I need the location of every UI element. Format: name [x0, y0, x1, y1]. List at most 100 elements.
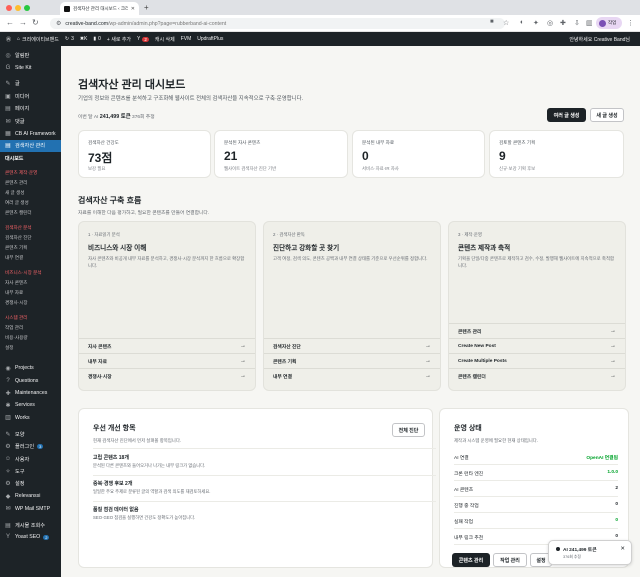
site-name-link[interactable]: ⌂ 크리에이티브밴드: [17, 36, 59, 43]
minimize-window-icon[interactable]: [15, 5, 21, 11]
flow-link[interactable]: Create New Post →: [449, 338, 625, 353]
flow-link[interactable]: 자사 콘텐츠 →: [79, 338, 255, 353]
sidebar-sub-item[interactable]: 경쟁사·시장: [0, 298, 61, 308]
sidebar-item-works[interactable]: ▥ Works: [0, 412, 61, 424]
adminbar-item-cache[interactable]: 캐시 삭제: [155, 36, 175, 43]
sidebar-item-relevanssi[interactable]: ◆ Relevanssi: [0, 490, 61, 502]
kpi-value: 21: [224, 149, 238, 163]
close-icon[interactable]: ✕: [620, 546, 625, 552]
sidebar-item-maintenances[interactable]: ✚ Maintenances: [0, 387, 61, 399]
back-icon[interactable]: ←: [6, 18, 14, 27]
sidebar-sub-item[interactable]: 작업 관리: [0, 323, 61, 333]
sidebar-sub-item[interactable]: 콘텐츠 관리: [0, 178, 61, 188]
sidebar-badge: 3: [37, 444, 44, 450]
sidebar-sub-dashboard[interactable]: 대시보드: [0, 152, 61, 165]
extension-puzzle-icon[interactable]: ◐: [520, 19, 524, 26]
adminbar-item-updraft[interactable]: UpdraftPlus: [197, 36, 223, 42]
lens-icon[interactable]: ◎: [547, 19, 553, 27]
sidebar-item-yoast[interactable]: Y Yoast SEO 2: [0, 531, 61, 543]
multi-post-button[interactable]: 여러 글 생성: [547, 108, 586, 122]
priority-item: 고립 콘텐츠 18개 분석된 다른 콘텐츠와 들어오거나 나가는 내부 링크가 없…: [93, 454, 423, 469]
browser-tab[interactable]: 검색자산 관리 대시보드 ‹ 크리에이티... ✕: [60, 2, 139, 15]
token-usage-toast[interactable]: AI 241,499 토큰 376회 추정 ✕: [548, 540, 632, 565]
flow-step-title: 진단하고 강화할 곳 찾기: [273, 245, 340, 252]
flow-link[interactable]: 콘텐츠 관리 →: [449, 323, 625, 338]
flow-link[interactable]: 내부 자료 →: [79, 353, 255, 368]
close-tab-icon[interactable]: ✕: [131, 6, 135, 12]
sidebar-item-search-assets[interactable]: ▤ 검색자산 관리: [0, 139, 61, 153]
profile-button[interactable]: 작업: [596, 17, 622, 29]
account-greeting[interactable]: 안녕하세요 Creative Band님: [569, 36, 630, 43]
sidebar-item-plugins[interactable]: ⚙ 플러그인 3: [0, 440, 61, 452]
url-input[interactable]: ⚙ creative-band.com/wp-admin/admin.php?p…: [50, 18, 505, 29]
sidebar-sub-item[interactable]: 콘텐츠 기획: [0, 243, 61, 253]
flow-link-label: Create New Post: [458, 343, 496, 349]
sidebar-item-users[interactable]: ☺ 사용자: [0, 453, 61, 465]
sidebar-sub-item[interactable]: 비용·사용량: [0, 333, 61, 343]
flow-link[interactable]: 내부 연결 →: [264, 368, 440, 383]
yoast-link[interactable]: Y2: [137, 36, 149, 42]
extensions-icon[interactable]: ✚: [560, 19, 566, 27]
sidebar-item-wp-logo[interactable]: ◎ 알림판: [0, 49, 61, 61]
status-dot-icon: [556, 547, 560, 551]
sidebar-item-media[interactable]: ▣ 미디어: [0, 90, 61, 102]
updates-count: 3: [71, 36, 74, 42]
new-content-link[interactable]: + 새로 추가: [107, 36, 131, 43]
content-manage-button[interactable]: 콘텐츠 관리: [452, 553, 490, 567]
sidebar-item-cb-framework[interactable]: ▦ CB AI Framework: [0, 127, 61, 139]
sidebar-item-appearance[interactable]: ✎ 모양: [0, 428, 61, 440]
close-window-icon[interactable]: [6, 5, 12, 11]
priority-item-title: 고립 콘텐츠 18개: [93, 455, 129, 461]
sidebar-item-comment[interactable]: ✉ 댓글: [0, 115, 61, 127]
priority-card: 우선 개선 항목 현재 검색자산 진단에서 먼저 살펴볼 항목입니다. 전체 진…: [78, 408, 436, 568]
downloads-icon[interactable]: ⇩: [574, 19, 580, 27]
flow-link[interactable]: 검색자산 진단 →: [264, 338, 440, 353]
sidebar-item-projects[interactable]: ◉ Projects: [0, 362, 61, 374]
sidebar-sub-item[interactable]: 여러 글 생성: [0, 198, 61, 208]
sidebar-item-pin[interactable]: ✎ 글: [0, 78, 61, 90]
updates-link[interactable]: ↻ 3: [65, 36, 74, 42]
sidebar-sub-item[interactable]: 새 글 생성: [0, 188, 61, 198]
comments-link[interactable]: ▮ 0: [93, 36, 101, 42]
ai-icon[interactable]: ✦: [533, 19, 539, 27]
flow-link[interactable]: 경쟁사·시장 →: [79, 368, 255, 383]
new-post-button[interactable]: 새 글 생성: [590, 108, 624, 122]
sidebar-item-tools[interactable]: ✧ 도구: [0, 465, 61, 477]
sidebar-sub-item[interactable]: 내부 자료: [0, 288, 61, 298]
forward-icon[interactable]: →: [19, 18, 27, 27]
reload-icon[interactable]: ↻: [32, 18, 39, 27]
ops-row-label: 크론 런타 엔진: [454, 472, 484, 477]
sidebar-item-label: Yoast SEO: [15, 534, 41, 541]
flow-link[interactable]: 콘텐츠 캘린더 →: [449, 368, 625, 383]
usage-meta: 이번 달 AI 241,499 토큰 376회 추정: [78, 112, 155, 120]
sidebar-item-mail-smtp[interactable]: ✉ WP Mail SMTP: [0, 502, 61, 514]
sidebar-sub-item[interactable]: 내부 연결: [0, 253, 61, 263]
job-manage-button[interactable]: 작업 관리: [493, 553, 527, 567]
site-info-icon[interactable]: ⚙: [56, 20, 61, 27]
flow-link[interactable]: 콘텐츠 기획 →: [264, 353, 440, 368]
sidebar-sub-item[interactable]: 검색자산 진단: [0, 233, 61, 243]
sidebar-item-site-kit[interactable]: G Site Kit: [0, 61, 61, 73]
full-diagnosis-button[interactable]: 전체 진단: [392, 423, 425, 437]
toast-title: AI 241,499 토큰: [563, 548, 597, 553]
customize-link[interactable]: ✖K: [80, 36, 88, 42]
sidebar-item-label: 글: [15, 81, 20, 88]
browser-menu-icon[interactable]: ⋮: [627, 19, 634, 27]
sidebar-sub-item[interactable]: 콘텐츠 캘린더: [0, 208, 61, 218]
maximize-window-icon[interactable]: [24, 5, 30, 11]
sidebar-item-page[interactable]: ▤ 페이지: [0, 103, 61, 115]
wp-logo-menu[interactable]: Ⓦ: [6, 36, 11, 43]
bookmark-icon[interactable]: ☆: [503, 19, 509, 27]
sidebar-item-questions[interactable]: ? Questions: [0, 375, 61, 387]
flow-link[interactable]: Create Multiple Posts →: [449, 353, 625, 368]
adminbar-item-fvm[interactable]: FVM: [181, 36, 192, 42]
sidebar-item-services[interactable]: ✱ Services: [0, 399, 61, 411]
sidebar-sub-item[interactable]: 설정: [0, 343, 61, 353]
sidepanel-icon[interactable]: ▥: [586, 19, 593, 27]
sidebar-item-board[interactable]: ▤ 게시물 조회수: [0, 519, 61, 531]
extension-icon[interactable]: ■: [490, 19, 494, 25]
sidebar-item-settings[interactable]: ⚙ 설정: [0, 478, 61, 490]
new-tab-icon[interactable]: +: [144, 3, 149, 12]
sidebar-item-label: Relevanssi: [15, 493, 41, 500]
sidebar-sub-item[interactable]: 자사 콘텐츠: [0, 278, 61, 288]
